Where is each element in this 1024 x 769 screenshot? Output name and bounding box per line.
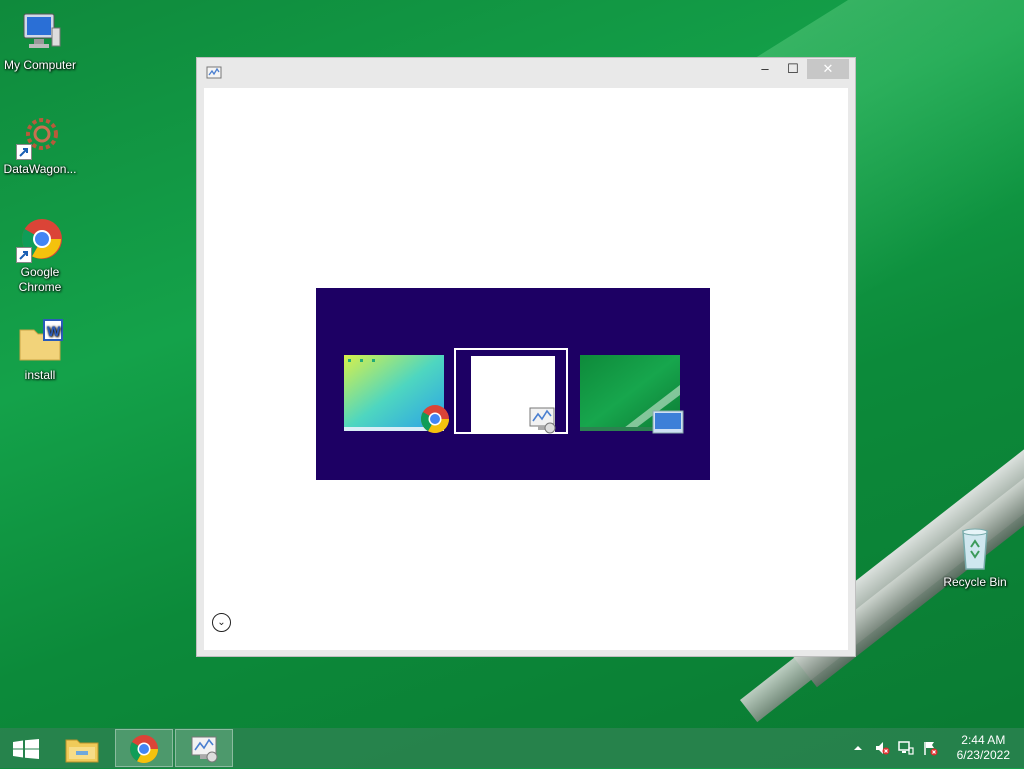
windows-logo-icon [13, 739, 39, 764]
chrome-icon [420, 404, 450, 439]
clock-date: 6/23/2022 [956, 748, 1010, 762]
minimize-button[interactable]: – [753, 59, 777, 79]
desktop-monitor-icon [652, 410, 684, 441]
network-icon[interactable] [898, 740, 914, 756]
shortcut-arrow-icon [16, 247, 32, 263]
resource-monitor-icon [190, 735, 220, 768]
resource-monitor-icon [528, 406, 558, 439]
folder-icon [65, 735, 99, 768]
desktop-icon-my-computer[interactable]: My Computer [0, 8, 80, 73]
desktop-icon-google-chrome[interactable]: Google Chrome [0, 215, 80, 295]
expand-chevron-button[interactable]: ⌄ [212, 613, 231, 632]
taskbar-chrome[interactable] [115, 729, 173, 767]
folder-icon: W [16, 318, 64, 366]
desktop-icon-install[interactable]: W install [0, 318, 80, 383]
desktop-icon-recycle-bin[interactable]: Recycle Bin [935, 525, 1015, 590]
alt-tab-switcher [316, 288, 710, 480]
svg-text:W: W [47, 323, 61, 339]
desktop-icon-label: Google Chrome [18, 265, 62, 294]
desktop-icon-datawagon[interactable]: DataWagon... [0, 112, 80, 177]
chrome-icon [129, 734, 159, 769]
start-button[interactable] [0, 729, 58, 767]
task-switcher-window[interactable]: – ☐ ✕ ⌄ [196, 57, 856, 657]
volume-muted-icon[interactable] [874, 740, 890, 756]
desktop-icon-label: DataWagon... [3, 162, 77, 176]
taskbar-resource-monitor[interactable] [175, 729, 233, 767]
action-center-flag-icon[interactable] [922, 740, 938, 756]
recycle-bin-icon [951, 525, 999, 573]
desktop-icon-label: install [24, 368, 56, 382]
shortcut-arrow-icon [16, 144, 32, 160]
show-hidden-icons-button[interactable] [850, 740, 866, 756]
desktop-icon-label: My Computer [3, 58, 77, 72]
taskbar-file-explorer[interactable] [56, 729, 114, 767]
desktop-icon-label: Recycle Bin [943, 575, 1007, 589]
maximize-button[interactable]: ☐ [781, 59, 805, 79]
taskbar-clock[interactable]: 2:44 AM 6/23/2022 [957, 733, 1010, 763]
clock-time: 2:44 AM [961, 733, 1006, 747]
chrome-icon [16, 215, 64, 263]
gear-cluster-icon [16, 112, 64, 160]
close-button[interactable]: ✕ [807, 59, 849, 79]
resource-monitor-icon [206, 66, 222, 85]
window-titlebar[interactable]: – ☐ ✕ [197, 58, 855, 86]
computer-icon [16, 8, 64, 56]
window-client-area: ⌄ [204, 88, 848, 650]
taskbar: 2:44 AM 6/23/2022 [0, 728, 1024, 768]
